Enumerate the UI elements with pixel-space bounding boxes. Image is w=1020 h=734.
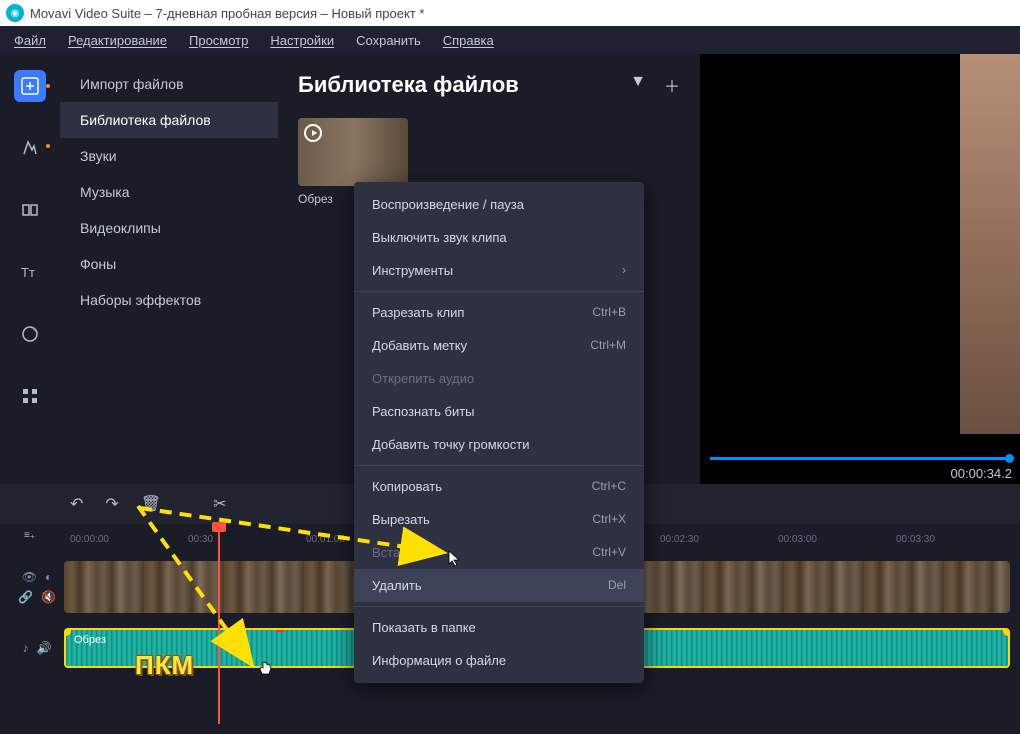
menu-file[interactable]: Файл — [14, 33, 46, 48]
audio-track-controls: ♪🔊 — [10, 641, 64, 655]
ctx-beats[interactable]: Распознать биты — [354, 395, 644, 428]
link-icon[interactable]: 🔗 — [18, 590, 33, 604]
filters-tool[interactable] — [14, 132, 46, 164]
sidebar-backgrounds[interactable]: Фоны — [60, 246, 278, 282]
ctx-show-folder[interactable]: Показать в папке — [354, 611, 644, 644]
sidebar-library[interactable]: Библиотека файлов — [60, 102, 278, 138]
ctx-cut[interactable]: ВырезатьCtrl+X — [354, 503, 644, 536]
music-icon[interactable]: ♪ — [23, 641, 29, 655]
marker-icon[interactable] — [276, 628, 284, 632]
menu-bar: Файл Редактирование Просмотр Настройки С… — [0, 26, 1020, 54]
window-title: Movavi Video Suite – 7-дневная пробная в… — [30, 6, 424, 21]
svg-text:Tᴛ: Tᴛ — [21, 265, 35, 279]
lock-icon[interactable]: ◐ — [45, 570, 52, 584]
add-icon[interactable]: ＋ — [664, 73, 680, 97]
sidebar-music[interactable]: Музыка — [60, 174, 278, 210]
menu-settings[interactable]: Настройки — [270, 33, 334, 48]
cursor-hand-icon — [258, 660, 274, 680]
stickers-tool[interactable] — [14, 318, 46, 350]
ctx-detach-audio: Открепить аудио — [354, 362, 644, 395]
ctx-mark[interactable]: Добавить меткуCtrl+M — [354, 329, 644, 362]
ctx-play[interactable]: Воспроизведение / пауза — [354, 188, 644, 221]
ctx-delete[interactable]: УдалитьDel — [354, 569, 644, 602]
visibility-icon[interactable]: 👁 — [22, 570, 37, 584]
seek-bar[interactable] — [710, 457, 1010, 460]
sidebar-effects[interactable]: Наборы эффектов — [60, 282, 278, 318]
ctx-tools[interactable]: Инструменты› — [354, 254, 644, 287]
filter-icon[interactable]: ▼ — [630, 73, 646, 97]
left-toolbar: Tᴛ — [0, 54, 60, 484]
annotation-pkm-label: ПКМ — [135, 650, 194, 681]
ctx-mute[interactable]: Выключить звук клипа — [354, 221, 644, 254]
add-track-icon[interactable]: ≡₊ — [24, 530, 35, 541]
ruler-mark: 00:30 — [188, 534, 306, 545]
ctx-split[interactable]: Разрезать клипCtrl+B — [354, 296, 644, 329]
more-tool[interactable] — [14, 380, 46, 412]
menu-edit[interactable]: Редактирование — [68, 33, 167, 48]
ctx-copy[interactable]: КопироватьCtrl+C — [354, 470, 644, 503]
video-track-controls: 👁 ◐ 🔗 🔇 — [10, 570, 64, 604]
ctx-volume-point[interactable]: Добавить точку громкости — [354, 428, 644, 461]
chevron-right-icon: › — [622, 263, 626, 278]
titles-tool[interactable]: Tᴛ — [14, 256, 46, 288]
undo-icon[interactable]: ↶ — [70, 494, 83, 514]
import-sidebar: Импорт файлов Библиотека файлов Звуки Му… — [60, 54, 278, 484]
ruler-mark: 00:02:30 — [660, 534, 778, 545]
clip-handle-right[interactable] — [1003, 628, 1010, 636]
library-title: Библиотека файлов — [298, 72, 519, 98]
ruler-mark: 00:00:00 — [70, 534, 188, 545]
play-icon — [304, 124, 322, 142]
title-bar: ◉ Movavi Video Suite – 7-дневная пробная… — [0, 0, 1020, 26]
cursor-icon — [448, 550, 462, 568]
app-logo-icon: ◉ — [6, 4, 24, 22]
ruler-mark: 00:03:30 — [896, 534, 1014, 545]
menu-help[interactable]: Справка — [443, 33, 494, 48]
menu-save[interactable]: Сохранить — [356, 33, 421, 48]
timecode: 00:00:34.2 — [951, 466, 1012, 481]
delete-icon[interactable]: 🗑 — [141, 494, 161, 514]
add-media-tool[interactable] — [14, 70, 46, 102]
ctx-paste: ВставитьCtrl+V — [354, 536, 644, 569]
cut-icon[interactable]: ✂ — [213, 494, 226, 514]
mute-icon[interactable]: 🔇 — [41, 590, 56, 604]
playhead[interactable] — [218, 524, 220, 724]
sidebar-videoclips[interactable]: Видеоклипы — [60, 210, 278, 246]
sidebar-import[interactable]: Импорт файлов — [60, 66, 278, 102]
ruler-mark: 00:03:00 — [778, 534, 896, 545]
context-menu: Воспроизведение / пауза Выключить звук к… — [354, 182, 644, 683]
preview-frame — [960, 54, 1020, 434]
audio-clip-label: Обрез — [74, 634, 106, 646]
volume-icon[interactable]: 🔊 — [37, 641, 52, 655]
menu-view[interactable]: Просмотр — [189, 33, 248, 48]
sidebar-sounds[interactable]: Звуки — [60, 138, 278, 174]
preview-panel: 00:00:34.2 — [700, 54, 1020, 484]
ctx-file-info[interactable]: Информация о файле — [354, 644, 644, 677]
redo-icon[interactable]: ↷ — [105, 494, 118, 514]
transitions-tool[interactable] — [14, 194, 46, 226]
